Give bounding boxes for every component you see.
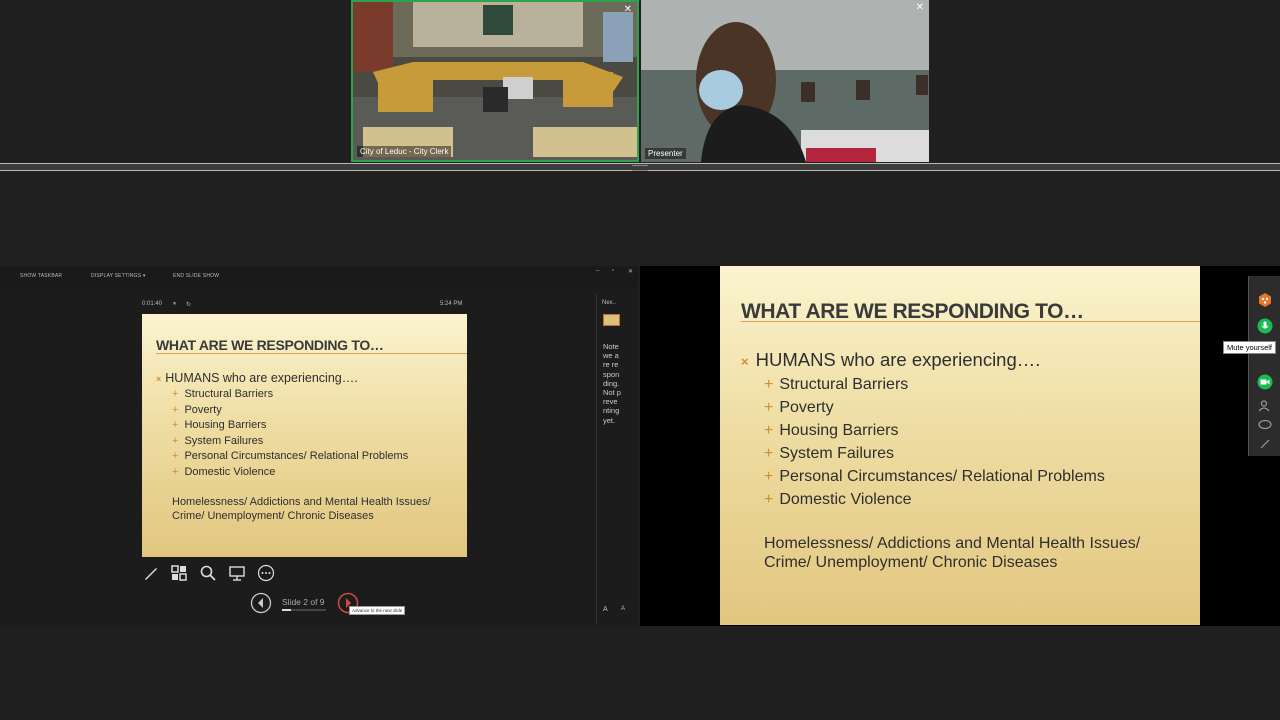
sub-bullet: + System Failures [172, 434, 264, 447]
next-slide-label: Nex.. [602, 300, 617, 306]
meeting-side-toolbar [1248, 276, 1280, 456]
close-icon[interactable]: ✕ [628, 268, 633, 275]
pause-icon[interactable]: ⏸ [173, 301, 176, 308]
minimize-icon[interactable]: – [596, 268, 599, 274]
more-options-icon[interactable] [257, 564, 275, 582]
end-slide-show-button[interactable]: END SLIDE SHOW [173, 273, 219, 279]
presenter-toolbar: SHOW TASKBAR DISPLAY SETTINGS ▾ END SLID… [0, 266, 638, 288]
display-settings-button[interactable]: DISPLAY SETTINGS ▾ [91, 273, 146, 279]
main-bullet: × HUMANS who are experiencing…. [741, 349, 1041, 370]
participants-icon[interactable] [1257, 398, 1273, 414]
sub-bullet-list: + Structural Barriers + Poverty + Housing Bar… [172, 387, 408, 480]
decrease-font-icon[interactable]: A [621, 606, 625, 612]
increase-font-icon[interactable]: A [603, 606, 608, 613]
sub-bullet-list: + Structural Barriers + Poverty + Housing Bar… [764, 373, 1105, 511]
reset-icon[interactable]: ↻ [186, 301, 191, 308]
slide-footer: Homelessness/ Addictions and Mental Heal… [172, 496, 431, 522]
resize-handle[interactable] [632, 165, 648, 171]
sub-bullet: + Structural Barriers [172, 388, 274, 400]
elapsed-timer: 0:01:40 [142, 301, 163, 307]
next-slide-tooltip: Advance to the next slide [349, 606, 406, 615]
sub-bullet: + Personal Circumstances/ Relational Prob… [764, 468, 1105, 485]
chat-icon[interactable] [1257, 417, 1273, 433]
sub-bullet: + Poverty [172, 403, 222, 416]
bottom-area [0, 626, 1280, 720]
previous-slide-icon[interactable] [250, 592, 272, 614]
next-slide-thumbnail[interactable] [603, 314, 620, 326]
sub-bullet: + System Failures [764, 445, 895, 462]
apps-icon[interactable] [1257, 292, 1273, 308]
close-icon[interactable]: ✕ [624, 4, 632, 15]
slide-footer: Homelessness/ Addictions and Mental Heal… [764, 535, 1141, 571]
close-icon[interactable]: ✕ [916, 2, 924, 13]
presenter-view-window: SHOW TASKBAR DISPLAY SETTINGS ▾ END SLID… [0, 266, 638, 626]
clock: 5:24 PM [440, 301, 463, 307]
mute-tooltip: Mute yourself [1223, 341, 1277, 354]
sub-bullet: + Personal Circumstances/ Relational Prob… [172, 450, 409, 462]
video-tile-label: Presenter [645, 148, 686, 159]
sub-bullet: + Housing Barriers [172, 419, 267, 431]
sub-bullet: + Poverty [764, 399, 834, 416]
slide-grid-icon[interactable] [170, 564, 188, 582]
video-strip: City of Leduc - City Clerk ✕ Presenter ✕ [0, 0, 1280, 163]
restore-icon[interactable]: ▫ [612, 268, 614, 274]
sub-bullet: + Domestic Violence [764, 491, 912, 508]
video-tile-label: City of Leduc - City Clerk [357, 146, 452, 157]
council-chamber-video [353, 2, 637, 160]
video-tile-presenter[interactable]: Presenter ✕ [641, 0, 929, 162]
sub-bullet: + Structural Barriers [764, 376, 909, 393]
shared-slide: WHAT ARE WE RESPONDING TO… × HUMANS who a… [720, 266, 1200, 625]
screen-icon[interactable] [228, 564, 246, 582]
main-bullet: × HUMANS who are experiencing…. [156, 371, 358, 385]
video-tile-council-room[interactable]: City of Leduc - City Clerk ✕ [351, 0, 639, 162]
current-slide-preview: WHAT ARE WE RESPONDING TO… × HUMANS who a… [142, 314, 467, 557]
presenter-video [641, 0, 929, 162]
sub-bullet: + Housing Barriers [764, 422, 899, 439]
sub-bullet: + Domestic Violence [172, 465, 276, 478]
slide-counter[interactable]: Slide 2 of 9 [282, 597, 325, 607]
video-camera-icon[interactable] [1257, 374, 1273, 390]
show-taskbar-button[interactable]: SHOW TASKBAR [20, 273, 62, 279]
pen-icon[interactable] [142, 564, 160, 582]
zoom-icon[interactable] [199, 564, 217, 582]
microphone-icon[interactable] [1257, 318, 1273, 334]
expand-icon[interactable] [1257, 436, 1273, 452]
slide-title: WHAT ARE WE RESPONDING TO… [156, 337, 384, 353]
slide-progress [282, 609, 326, 611]
speaker-notes: Note we are responding. Not preventing y… [603, 342, 621, 425]
